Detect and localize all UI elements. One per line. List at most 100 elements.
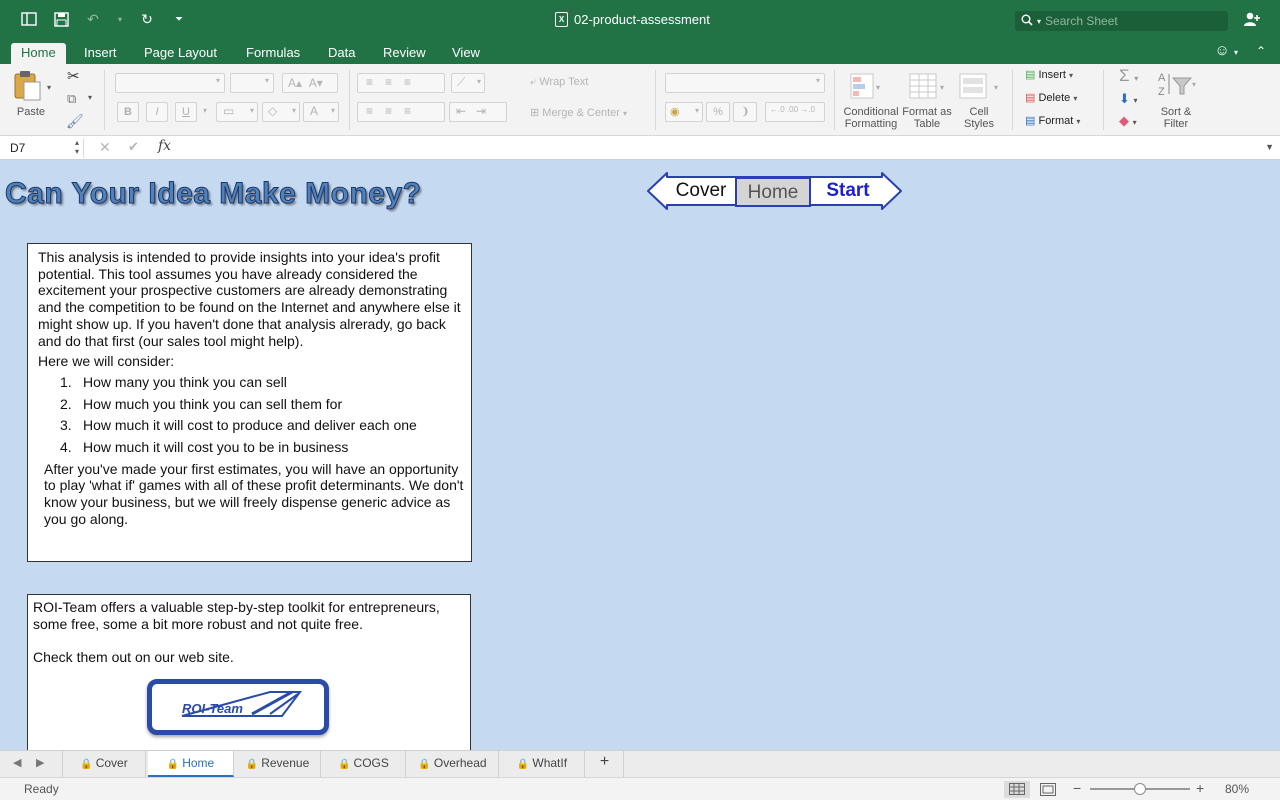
wrap-text-button[interactable]: ⤶ Wrap Text xyxy=(530,76,588,89)
accounting-format-button[interactable]: ◉ ▾ xyxy=(665,102,703,122)
svg-text:▾: ▾ xyxy=(940,83,944,92)
font-color-button[interactable]: A ▾ xyxy=(303,102,339,122)
sheet-tab-cover[interactable]: 🔒 Cover xyxy=(62,751,146,777)
tab-view[interactable]: View xyxy=(442,43,490,64)
list-item: 1. How many you think you can sell xyxy=(60,373,287,390)
svg-text:Z: Z xyxy=(1158,86,1165,98)
name-box-stepper-icon[interactable]: ▴ ▾ xyxy=(75,138,79,156)
orientation-button[interactable]: ⟋ ▾ xyxy=(451,73,485,93)
underline-button[interactable]: U xyxy=(175,102,197,122)
decimal-group[interactable]: ←.0 .00 →.0 xyxy=(765,102,825,122)
comma-style-button[interactable]: ❩ xyxy=(733,102,757,122)
format-as-table-label[interactable]: Format as Table xyxy=(902,106,952,130)
formula-input[interactable] xyxy=(184,140,1264,156)
undo-icon[interactable]: ↶ xyxy=(84,10,102,28)
insert-cells-button[interactable]: ▤ Insert ▾ xyxy=(1025,68,1073,81)
worksheet[interactable]: Can Your Idea Make Money? Cover Home Sta… xyxy=(0,160,1280,750)
scroll-tabs-right-icon[interactable]: ▶ xyxy=(36,756,44,769)
nav-home-button[interactable]: Home xyxy=(735,177,811,207)
undo-dropdown-icon[interactable]: ▾ xyxy=(116,10,124,28)
share-user-icon[interactable] xyxy=(1243,11,1261,30)
format-cells-button[interactable]: ▤ Format ▾ xyxy=(1025,114,1080,127)
promo-textbox: ROI-Team offers a valuable step-by-step … xyxy=(27,594,471,750)
indent-group[interactable]: ⇤⇥ xyxy=(449,102,507,122)
nav-start-button[interactable]: Start xyxy=(811,177,885,207)
zoom-out-icon[interactable]: − xyxy=(1073,780,1081,796)
conditional-formatting-label[interactable]: Conditional Formatting xyxy=(838,106,904,130)
format-as-table-icon[interactable]: ▾ xyxy=(908,72,948,105)
paste-dropdown-icon[interactable]: ▾ xyxy=(47,83,51,92)
tab-formulas[interactable]: Formulas xyxy=(236,43,310,64)
insert-label: Insert xyxy=(1038,69,1066,81)
font-size-select[interactable]: ▾ xyxy=(230,73,274,93)
ribbon-tabs: Home Insert Page Layout Formulas Data Re… xyxy=(0,40,1280,64)
number-format-select[interactable]: ▾ xyxy=(665,73,825,93)
delete-cells-button[interactable]: ▤ Delete ▾ xyxy=(1025,91,1077,104)
document-title-text: 02-product-assessment xyxy=(574,12,710,27)
scroll-tabs-left-icon[interactable]: ◀ xyxy=(13,756,21,769)
roi-team-logo[interactable]: ROI-Team xyxy=(147,679,329,735)
sort-filter-icon[interactable]: A Z ▾ xyxy=(1157,70,1199,103)
vertical-align-group[interactable]: ≡≡≡ xyxy=(357,73,445,93)
feedback-smiley-icon[interactable]: ☺ ▾ xyxy=(1215,42,1239,59)
borders-button[interactable]: ▭ ▾ xyxy=(216,102,258,122)
tab-insert[interactable]: Insert xyxy=(74,43,127,64)
cell-styles-label[interactable]: Cell Styles xyxy=(956,106,1002,130)
sheet-tab-home[interactable]: 🔒 Home xyxy=(148,751,234,777)
zoom-level: 80% xyxy=(1225,782,1250,796)
sheet-tab-cogs[interactable]: 🔒 COGS xyxy=(322,751,406,777)
collapse-ribbon-icon[interactable]: ⌃ xyxy=(1256,44,1266,58)
sort-filter-label[interactable]: Sort & Filter xyxy=(1154,106,1198,130)
list-item: 2. How much you think you can sell them f… xyxy=(60,395,343,412)
cut-icon[interactable]: ✂ xyxy=(67,67,80,85)
tab-page-layout[interactable]: Page Layout xyxy=(134,43,227,64)
document-title: X 02-product-assessment xyxy=(555,12,710,27)
clear-eraser-icon[interactable]: ◆ ▾ xyxy=(1119,113,1137,129)
nav-cover-button[interactable]: Cover xyxy=(667,177,735,207)
horizontal-align-group[interactable]: ≡≡≡ xyxy=(357,102,445,122)
fill-icon[interactable]: ⬇ ▾ xyxy=(1119,91,1138,107)
paste-button[interactable] xyxy=(12,70,42,105)
format-painter-icon[interactable]: 🖌 xyxy=(66,113,84,130)
zoom-in-icon[interactable]: + xyxy=(1196,780,1204,796)
italic-button[interactable]: I xyxy=(146,102,168,122)
sheet-tab-whatif[interactable]: 🔒 WhatIf xyxy=(500,751,585,777)
fill-color-button[interactable]: ◇ ▾ xyxy=(262,102,300,122)
normal-view-icon[interactable] xyxy=(1004,781,1030,798)
font-size-grow-shrink[interactable]: A▴ A▾ xyxy=(282,73,338,93)
lock-icon: 🔒 xyxy=(80,759,93,770)
copy-icon[interactable]: ⧉ xyxy=(67,91,76,107)
lock-icon: 🔒 xyxy=(166,759,180,770)
expand-formula-bar-icon[interactable]: ▼ xyxy=(1265,142,1274,152)
search-sheet-field[interactable]: ▾ Search Sheet xyxy=(1015,11,1228,31)
confirm-formula-icon[interactable]: ✔ xyxy=(128,139,139,155)
underline-dropdown-icon[interactable]: ▾ xyxy=(203,106,207,115)
percent-button[interactable]: % xyxy=(706,102,730,122)
sheet-tab-revenue[interactable]: 🔒 Revenue xyxy=(235,751,321,777)
cell-styles-icon[interactable]: ▾ xyxy=(958,72,1002,105)
redo-icon[interactable]: ↻ xyxy=(138,10,156,28)
bold-button[interactable]: B xyxy=(117,102,139,122)
zoom-slider[interactable] xyxy=(1090,783,1190,795)
cancel-formula-icon[interactable]: ✕ xyxy=(99,139,111,156)
page-layout-view-icon[interactable] xyxy=(1040,783,1056,799)
tab-review[interactable]: Review xyxy=(373,43,436,64)
tab-home[interactable]: Home xyxy=(11,43,66,64)
ribbon-home: ▾ Paste ✂ ⧉ ▾ 🖌 ▾ ▾ A▴ A▾ B I U ▾ ▭ ▾ ◇ ▾ … xyxy=(0,64,1280,136)
insert-function-icon[interactable]: fx xyxy=(158,138,171,154)
name-box[interactable]: D7 ▴ ▾ xyxy=(4,138,84,158)
search-icon xyxy=(1021,14,1033,29)
autosum-icon[interactable]: Σ ▾ xyxy=(1119,66,1138,86)
zoom-slider-thumb[interactable] xyxy=(1134,783,1146,795)
customize-toolbar-icon[interactable]: ⏷ xyxy=(170,10,188,28)
font-name-select[interactable]: ▾ xyxy=(115,73,225,93)
merge-center-button[interactable]: ⊞ Merge & Center ▾ xyxy=(530,106,627,119)
status-bar: Ready − + 80% xyxy=(0,777,1280,800)
save-icon[interactable] xyxy=(52,10,70,28)
sidebar-toggle-icon[interactable] xyxy=(20,10,38,28)
tab-data[interactable]: Data xyxy=(318,43,365,64)
conditional-formatting-icon[interactable]: ▾ xyxy=(849,72,883,105)
add-sheet-button[interactable]: + xyxy=(586,751,624,777)
copy-dropdown-icon[interactable]: ▾ xyxy=(88,93,92,102)
sheet-tab-overhead[interactable]: 🔒 Overhead xyxy=(407,751,499,777)
